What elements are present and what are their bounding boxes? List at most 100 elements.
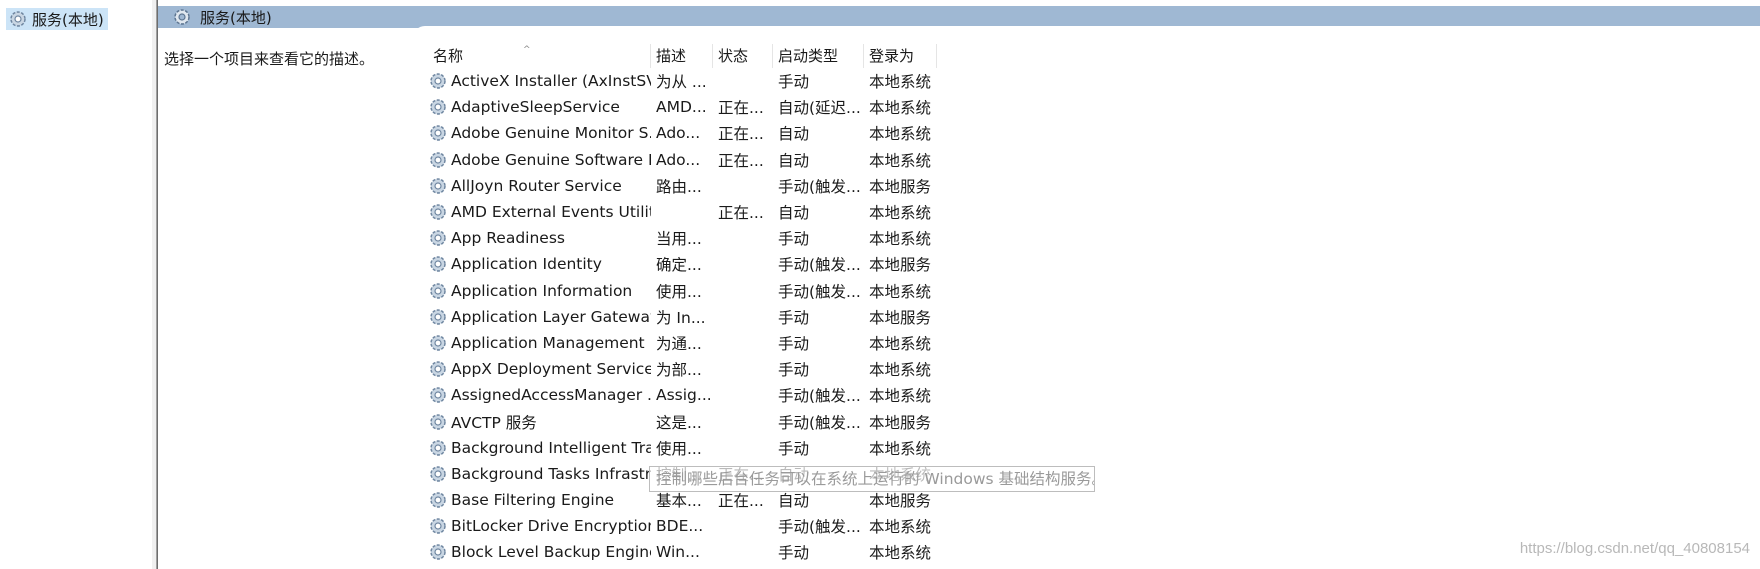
watermark: https://blog.csdn.net/qq_40808154 (1519, 540, 1750, 557)
service-logon-as: 本地系统 (869, 125, 932, 144)
service-description: AMD... (656, 98, 707, 117)
service-startup-type: 手动 (778, 544, 810, 563)
service-name: AppX Deployment Service ... (451, 360, 651, 379)
service-name-cell: Adobe Genuine Software I... (428, 150, 651, 170)
gear-icon (430, 256, 446, 273)
gear-icon (430, 544, 446, 561)
service-logon-as: 本地系统 (869, 544, 932, 563)
service-startup-type: 自动 (778, 125, 810, 144)
service-name-cell: AssignedAccessManager ... (428, 385, 651, 405)
gear-icon (430, 125, 446, 142)
service-startup-type: 手动(触发... (778, 387, 861, 406)
service-logon-as: 本地服务 (869, 413, 932, 432)
service-logon-as: 本地系统 (869, 518, 932, 537)
service-name: ActiveX Installer (AxInstSV) (451, 72, 651, 91)
gear-icon (430, 492, 446, 508)
column-header-name[interactable]: 名称 ^ (428, 44, 651, 68)
service-name: Background Intelligent Tra... (451, 438, 651, 457)
service-name: Adobe Genuine Software I... (451, 150, 651, 169)
service-name-cell: AVCTP 服务 (428, 411, 651, 433)
service-name: Application Management (451, 333, 645, 352)
table-row[interactable]: BitLocker Drive Encryption ... BDE... 手动(触… (428, 513, 937, 539)
column-header-startup-type[interactable]: 启动类型 (773, 44, 864, 68)
table-row[interactable]: Application Identity 确定... 手动(触发... 本地服务 (428, 251, 937, 277)
table-row[interactable]: App Readiness 当用... 手动 本地系统 (428, 225, 937, 251)
service-name: AdaptiveSleepService (451, 98, 620, 117)
service-name: Application Layer Gateway ... (451, 307, 651, 326)
service-name-cell: Application Information (428, 281, 651, 301)
table-row[interactable]: AppX Deployment Service ... 为部... 手动 本地系统 (428, 356, 937, 382)
service-description: Ado... (656, 124, 701, 143)
service-startup-type: 手动 (778, 73, 810, 92)
description-panel: 选择一个项目来查看它的描述。 (164, 50, 375, 68)
table-row[interactable]: Block Level Backup Engine ... Win... 手动 本地系… (428, 539, 937, 565)
service-name-cell: AllJoyn Router Service (428, 176, 651, 196)
service-status: 正在... (718, 99, 764, 118)
service-startup-type: 手动(触发... (778, 413, 861, 432)
table-header: 名称 ^ 描述 状态 启动类型 登录为 (428, 44, 937, 68)
service-logon-as: 本地服务 (869, 177, 932, 196)
service-startup-type: 自动(延迟... (778, 99, 861, 118)
gear-icon (430, 466, 446, 482)
gear-icon (430, 387, 446, 404)
sort-ascending-icon: ^ (523, 45, 531, 55)
service-name: App Readiness (451, 229, 565, 248)
gear-icon (430, 309, 446, 325)
column-header-logon-as[interactable]: 登录为 (864, 44, 937, 68)
service-description: 确定... (656, 256, 702, 275)
service-logon-as: 本地系统 (869, 99, 932, 118)
service-name: Adobe Genuine Monitor S... (451, 124, 651, 143)
table-row[interactable]: Adobe Genuine Software I... Ado... 正在... 自动… (428, 147, 937, 173)
table-row[interactable]: Adobe Genuine Monitor S... Ado... 正在... 自动 本… (428, 120, 937, 146)
service-description: Win... (656, 543, 700, 562)
gear-icon (430, 439, 446, 456)
table-row[interactable]: AMD External Events Utility 正在... 自动 本地系统 (428, 199, 937, 225)
service-name: AssignedAccessManager ... (451, 386, 651, 405)
gear-icon (430, 178, 446, 194)
column-header-description[interactable]: 描述 (651, 44, 713, 68)
service-name-cell: Application Management (428, 333, 651, 353)
service-startup-type: 手动(触发... (778, 177, 861, 196)
service-startup-type: 手动 (778, 334, 810, 353)
service-description: BDE... (656, 517, 704, 536)
tree-item-services-local[interactable]: 服务(本地) (6, 8, 108, 30)
pane-title: 服务(本地) (200, 8, 272, 27)
column-header-status[interactable]: 状态 (713, 44, 773, 68)
table-row[interactable]: AVCTP 服务 这是... 手动(触发... 本地服务 (428, 408, 937, 434)
service-logon-as: 本地系统 (869, 204, 932, 223)
table-row[interactable]: Application Management 为通... 手动 本地系统 (428, 330, 937, 356)
table-row[interactable]: AdaptiveSleepService AMD... 正在... 自动(延迟... 本… (428, 94, 937, 120)
gear-icon (10, 11, 26, 27)
service-startup-type: 自动 (778, 492, 810, 511)
column-header-label: 名称 (433, 47, 464, 65)
service-logon-as: 本地系统 (869, 73, 932, 92)
service-description: 当用... (656, 230, 702, 249)
service-name-cell: BitLocker Drive Encryption ... (428, 516, 651, 536)
service-name: AllJoyn Router Service (451, 176, 622, 195)
table-row[interactable]: ActiveX Installer (AxInstSV) 为从 ... 手动 本地系统 (428, 68, 937, 94)
service-name-cell: Block Level Backup Engine ... (428, 542, 651, 562)
service-logon-as: 本地服务 (869, 492, 932, 511)
table-row[interactable]: AllJoyn Router Service 路由... 手动(触发... 本地服务 (428, 173, 937, 199)
table-row[interactable]: AssignedAccessManager ... Assig... 手动(触发..… (428, 382, 937, 408)
service-name-cell: Base Filtering Engine (428, 490, 651, 510)
service-logon-as: 本地系统 (869, 230, 932, 249)
console-tree: 服务(本地) (0, 0, 153, 569)
service-name-cell: Application Identity (428, 254, 651, 274)
gear-icon (430, 230, 446, 246)
service-logon-as: 本地系统 (869, 334, 932, 353)
service-startup-type: 手动(触发... (778, 518, 861, 537)
service-name: Application Information (451, 281, 633, 300)
table-row[interactable]: Application Layer Gateway ... 为 In... 手动 本地… (428, 304, 937, 330)
service-startup-type: 自动 (778, 151, 810, 170)
gear-icon (430, 73, 446, 89)
service-name-cell: AppX Deployment Service ... (428, 359, 651, 379)
table-row[interactable]: Application Information 使用... 手动(触发... 本地系统 (428, 278, 937, 304)
service-description: 使用... (656, 439, 702, 458)
table-row[interactable]: Background Intelligent Tra... 使用... 手动 本地系统 (428, 435, 937, 461)
service-status: 正在... (718, 151, 764, 170)
gear-icon (430, 151, 446, 168)
service-status: 正在... (718, 492, 764, 511)
service-name: BitLocker Drive Encryption ... (451, 517, 651, 536)
service-logon-as: 本地系统 (869, 282, 932, 301)
